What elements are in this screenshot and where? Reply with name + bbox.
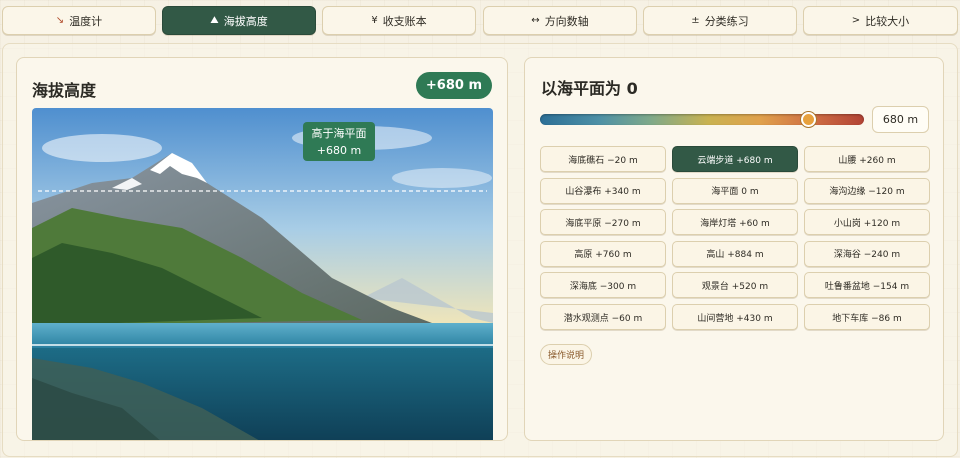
location-button[interactable]: 观景台 +520 m [672, 272, 798, 299]
tab-altitude[interactable]: ⛰ 海拔高度 [162, 6, 316, 35]
location-button[interactable]: 海底礁石 −20 m [540, 146, 666, 172]
yen-icon: ¥ [371, 15, 378, 26]
tab-classify[interactable]: ± 分类练习 [643, 6, 797, 35]
tab-label: 收支账本 [382, 14, 427, 28]
slider-thumb[interactable] [800, 112, 816, 127]
callout-value: +680 m [316, 144, 362, 157]
location-button[interactable]: 高原 +760 m [540, 240, 666, 267]
thermometer-arrow-icon: ↘ [55, 15, 65, 26]
altitude-callout: 高于海平面 +680 m [303, 122, 375, 161]
panel-title: 海拔高度 [32, 81, 97, 100]
greater-than-icon: > [851, 15, 861, 26]
location-button[interactable]: 海底平原 −270 m [540, 209, 666, 236]
tab-label: 分类练习 [704, 14, 749, 28]
mode-tabs: ↘ 温度计 ⛰ 海拔高度 ¥ 收支账本 ↔ 方向数轴 ± 分类练习 > 比较大小 [0, 6, 960, 36]
location-button[interactable]: 深海谷 −240 m [804, 240, 930, 267]
altitude-badge: +680 m [415, 72, 492, 99]
location-button[interactable]: 海岸灯塔 +60 m [672, 209, 798, 236]
tab-label: 温度计 [69, 14, 103, 28]
tab-label: 海拔高度 [223, 14, 268, 28]
location-button[interactable]: 高山 +884 m [672, 240, 798, 267]
scene-illustration [32, 108, 493, 440]
tab-label: 方向数轴 [544, 14, 589, 28]
location-button[interactable]: 潜水观测点 −60 m [540, 304, 666, 330]
location-button[interactable]: 吐鲁番盆地 −154 m [804, 272, 930, 299]
location-button[interactable]: 山谷瀑布 +340 m [540, 177, 666, 204]
tab-label: 比较大小 [865, 14, 910, 28]
help-button[interactable]: 操作说明 [540, 344, 593, 365]
reference-title: 以海平面为 0 [541, 79, 638, 98]
location-button[interactable]: 深海底 −300 m [540, 272, 666, 299]
altitude-panel: 海拔高度 +680 m 高于海平面 +680 m [16, 57, 508, 441]
tab-number-line[interactable]: ↔ 方向数轴 [483, 6, 637, 35]
altitude-value-input[interactable]: 680 m [872, 106, 929, 133]
location-button[interactable]: 地下车库 −86 m [804, 304, 930, 330]
tab-compare[interactable]: > 比较大小 [803, 6, 958, 35]
mountain-lake-scene [32, 108, 493, 440]
control-panel: 以海平面为 0 680 m 海底礁石 −20 m 云端步道 +680 m 山腰 +2… [524, 57, 944, 441]
tab-ledger[interactable]: ¥ 收支账本 [322, 6, 476, 35]
mountain-icon: ⛰ [210, 15, 219, 26]
location-button[interactable]: 山间营地 +430 m [672, 304, 798, 330]
altitude-slider[interactable] [540, 112, 864, 127]
location-button[interactable]: 云端步道 +680 m [672, 146, 798, 172]
plus-minus-icon: ± [691, 15, 700, 26]
location-button[interactable]: 小山岗 +120 m [804, 209, 930, 236]
location-button[interactable]: 海沟边缘 −120 m [804, 177, 930, 204]
callout-label: 高于海平面 [311, 127, 367, 140]
left-right-arrow-icon: ↔ [531, 15, 540, 26]
location-button[interactable]: 山腰 +260 m [804, 146, 930, 172]
tab-thermometer[interactable]: ↘ 温度计 [2, 6, 156, 35]
location-button[interactable]: 海平面 0 m [672, 177, 798, 204]
